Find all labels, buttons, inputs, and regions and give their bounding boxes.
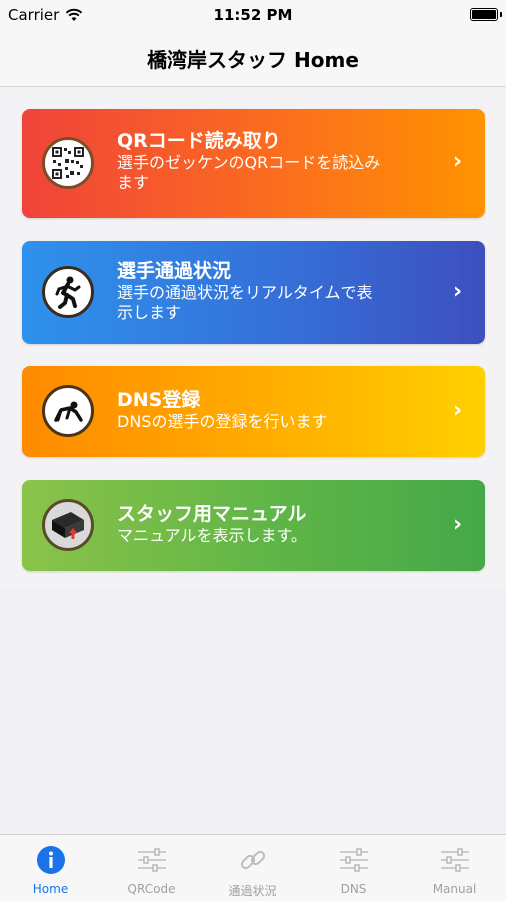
page-title: 橋湾岸スタッフ Home	[147, 47, 359, 72]
card-title: 選手通過状況	[117, 260, 232, 282]
runner-icon	[42, 266, 94, 318]
card-title: QRコード読み取り	[117, 130, 281, 152]
sliders-icon	[441, 848, 469, 872]
card-description-line: 選手のゼッケンのQRコードを読込み	[117, 153, 381, 172]
qr-scan-card[interactable]: QRコード読み取り 選手のゼッケンのQRコードを読込み ます ›	[22, 109, 485, 218]
tab-dns[interactable]: DNS	[303, 835, 404, 901]
card-text: DNS登録 DNSの選手の登録を行います	[117, 388, 433, 432]
tab-label: Home	[32, 882, 69, 896]
card-description: マニュアルを表示します。	[117, 526, 307, 545]
qr-code-icon	[42, 137, 94, 189]
tab-label: DNS	[340, 882, 367, 896]
card-description-line: ます	[117, 173, 150, 192]
tab-home[interactable]: Home	[0, 835, 101, 901]
card-title: DNS登録	[117, 389, 201, 411]
tab-bar: Home QRCode 通過状況 DNS Manual	[0, 834, 506, 901]
status-bar: Carrier 11:52 PM	[0, 0, 506, 30]
card-description-line: 選手の通過状況をリアルタイムで表	[117, 283, 373, 302]
staff-manual-card[interactable]: スタッフ用マニュアル マニュアルを表示します。 ›	[22, 480, 485, 571]
tab-label: 通過状況	[228, 884, 277, 898]
card-description: 選手の通過状況をリアルタイムで表 示します	[117, 283, 433, 323]
card-description: 選手のゼッケンのQRコードを読込み ます	[117, 153, 433, 193]
tab-manual[interactable]: Manual	[404, 835, 505, 901]
card-title: スタッフ用マニュアル	[117, 503, 307, 525]
battery-icon	[470, 8, 502, 21]
navigation-bar: 橋湾岸スタッフ Home	[0, 30, 506, 87]
card-text: QRコード読み取り 選手のゼッケンのQRコードを読込み ます	[117, 129, 433, 193]
pass-status-card[interactable]: 選手通過状況 選手の通過状況をリアルタイムで表 示します ›	[22, 241, 485, 344]
status-time: 11:52 PM	[213, 6, 293, 24]
card-text: スタッフ用マニュアル マニュアルを表示します。	[117, 502, 433, 546]
tab-label: QRCode	[127, 882, 176, 896]
link-icon	[240, 850, 266, 870]
sliders-icon	[138, 848, 166, 872]
card-description: DNSの選手の登録を行います	[117, 412, 328, 431]
info-icon	[37, 846, 65, 874]
menu-list: QRコード読み取り 選手のゼッケンのQRコードを読込み ます › 選手通過状況 …	[0, 87, 506, 590]
card-text: 選手通過状況 選手の通過状況をリアルタイムで表 示します	[117, 259, 433, 323]
dns-register-card[interactable]: DNS登録 DNSの選手の登録を行います ›	[22, 366, 485, 457]
fallen-runner-icon	[42, 385, 94, 437]
card-description-line: 示します	[117, 303, 182, 322]
chevron-right-icon: ›	[453, 149, 463, 174]
tab-pass-status[interactable]: 通過状況	[202, 835, 303, 901]
chevron-right-icon: ›	[453, 512, 463, 537]
manual-book-icon	[42, 499, 94, 551]
tab-qrcode[interactable]: QRCode	[101, 835, 202, 901]
chevron-right-icon: ›	[453, 279, 463, 304]
sliders-icon	[340, 848, 368, 872]
tab-label: Manual	[432, 882, 477, 896]
chevron-right-icon: ›	[453, 398, 463, 423]
